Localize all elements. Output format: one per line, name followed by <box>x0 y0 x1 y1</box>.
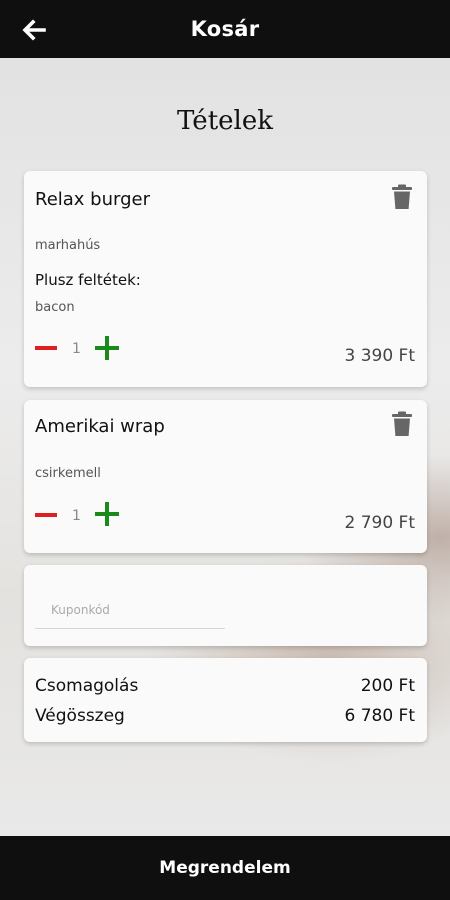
section-title: Tételek <box>176 106 273 136</box>
item-extras: bacon <box>35 300 75 315</box>
total-label: Végösszeg <box>35 706 125 726</box>
coupon-input[interactable] <box>35 591 225 629</box>
item-base: marhahús <box>35 238 101 253</box>
trash-icon <box>392 184 412 209</box>
back-button[interactable] <box>20 17 46 43</box>
plus-icon <box>95 336 119 360</box>
top-bar: Kosár <box>0 0 450 58</box>
total-value: 6 780 Ft <box>344 706 415 726</box>
page-title: Kosár <box>190 17 260 41</box>
delete-button[interactable] <box>391 411 413 437</box>
decrease-button[interactable] <box>35 337 57 359</box>
summary-card: Csomagolás 200 Ft Végösszeg 6 780 Ft <box>24 658 427 742</box>
cart-item: Relax burger marhahús Plusz feltétek: ba… <box>24 171 427 387</box>
packaging-label: Csomagolás <box>35 676 139 696</box>
minus-icon <box>35 346 57 350</box>
item-name: Relax burger <box>35 189 150 210</box>
order-button[interactable]: Megrendelem <box>0 836 450 900</box>
increase-button[interactable] <box>95 336 119 360</box>
trash-icon <box>392 411 412 436</box>
packaging-row: Csomagolás 200 Ft <box>35 676 415 696</box>
quantity: 1 <box>72 341 81 357</box>
decrease-button[interactable] <box>35 504 57 526</box>
plus-icon <box>95 502 119 526</box>
item-price: 2 790 Ft <box>344 513 415 533</box>
delete-button[interactable] <box>391 184 413 210</box>
cart-item: Amerikai wrap csirkemell 1 2 790 Ft <box>24 400 427 553</box>
item-base: csirkemell <box>35 466 101 481</box>
packaging-value: 200 Ft <box>360 676 415 696</box>
extras-label: Plusz feltétek: <box>35 271 141 289</box>
item-price: 3 390 Ft <box>344 346 415 366</box>
arrow-left-icon <box>22 19 46 41</box>
quantity: 1 <box>72 508 81 524</box>
minus-icon <box>35 513 57 517</box>
coupon-card <box>24 565 427 646</box>
total-row: Végösszeg 6 780 Ft <box>35 706 415 726</box>
order-button-label: Megrendelem <box>159 858 291 878</box>
item-name: Amerikai wrap <box>35 416 165 437</box>
increase-button[interactable] <box>95 502 119 526</box>
